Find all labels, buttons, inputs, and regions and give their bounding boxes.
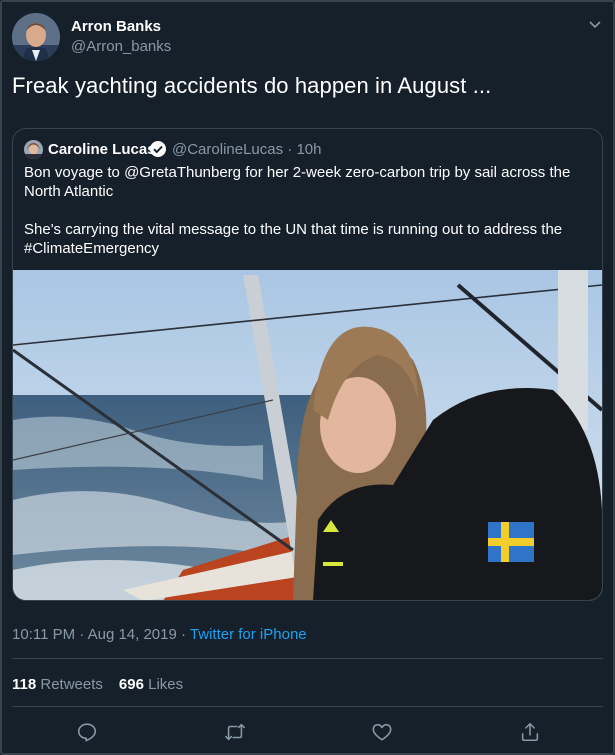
author-avatar[interactable] — [12, 13, 60, 61]
likes-stat[interactable]: 696 Likes — [119, 676, 183, 693]
retweets-stat[interactable]: 118 Retweets — [12, 676, 103, 693]
author-handle[interactable]: @Arron_banks — [71, 38, 171, 55]
tweet-timestamp-row: 10:11 PM · Aug 14, 2019 · Twitter for iP… — [12, 626, 307, 643]
quoted-tweet-paragraph: She's carrying the vital message to the … — [24, 221, 563, 257]
likes-label: Likes — [148, 676, 184, 693]
reply-icon[interactable] — [76, 721, 98, 743]
quoted-tweet-paragraph: Bon voyage to @GretaThunberg for her 2-w… — [24, 164, 571, 200]
retweets-count: 118 — [12, 676, 37, 693]
divider — [12, 706, 603, 707]
quoted-tweet-card[interactable]: Caroline Lucas @CarolineLucas · 10h Bon … — [12, 128, 603, 601]
author-name[interactable]: Arron Banks — [71, 18, 161, 35]
divider — [12, 658, 603, 659]
quoted-tweet-photo[interactable] — [13, 270, 602, 601]
likes-count: 696 — [118, 676, 144, 693]
quoted-author-avatar — [24, 140, 43, 159]
retweet-icon[interactable] — [224, 721, 246, 743]
tweet-source-link[interactable]: Twitter for iPhone — [190, 626, 307, 643]
like-icon[interactable] — [371, 721, 393, 743]
tweet-stats: 118 Retweets 696 Likes — [12, 676, 183, 693]
caret-down-icon[interactable] — [587, 16, 603, 32]
quoted-tweet-body: Bon voyage to @GretaThunberg for her 2-w… — [24, 163, 594, 277]
tweet-text: Freak yachting accidents do happen in Au… — [12, 73, 492, 98]
share-icon[interactable] — [519, 721, 541, 743]
quoted-author-name: Caroline Lucas — [48, 141, 156, 158]
quoted-author-handle-time: @CarolineLucas · 10h — [172, 141, 322, 158]
tweet-timestamp[interactable]: 10:11 PM · Aug 14, 2019 · — [12, 626, 190, 643]
retweets-label: Retweets — [40, 676, 103, 693]
verified-badge-icon — [149, 140, 167, 158]
